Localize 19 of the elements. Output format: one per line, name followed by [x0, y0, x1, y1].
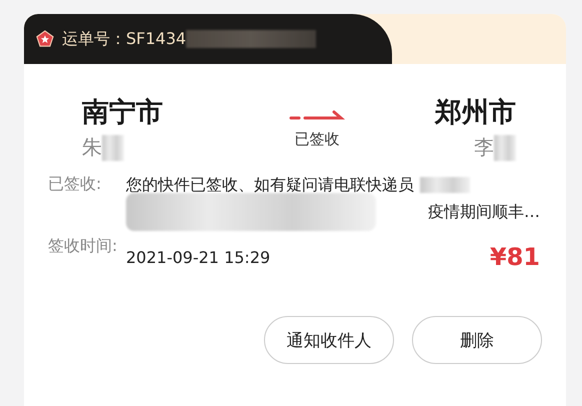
action-button[interactable]: 通知收件人	[264, 316, 394, 364]
price: ¥81	[490, 243, 540, 271]
redaction-blur	[420, 177, 470, 193]
waybill-number: 运单号：SF1434	[62, 28, 186, 50]
redaction-blur	[494, 134, 516, 160]
detail-text: 疫情期间顺丰…	[428, 202, 540, 222]
origin-city: 南宁市	[82, 96, 163, 130]
detail-label: 已签收:	[48, 173, 102, 195]
recipient-name: 李	[474, 134, 494, 161]
detail-text: 您的快件已签收、如有疑问请电联快递员	[126, 174, 414, 196]
detail-label: 签收时间:	[48, 235, 118, 257]
redaction-blur	[102, 134, 124, 160]
action-button[interactable]: 删除	[412, 316, 542, 364]
delivery-status: 已签收	[294, 130, 340, 149]
sender-name: 朱	[82, 134, 102, 161]
arrow-icon	[289, 108, 345, 122]
destination-city: 郑州市	[435, 96, 516, 130]
star-badge-icon	[36, 30, 54, 48]
detail-text: 2021-09-21 15:29	[126, 248, 270, 266]
